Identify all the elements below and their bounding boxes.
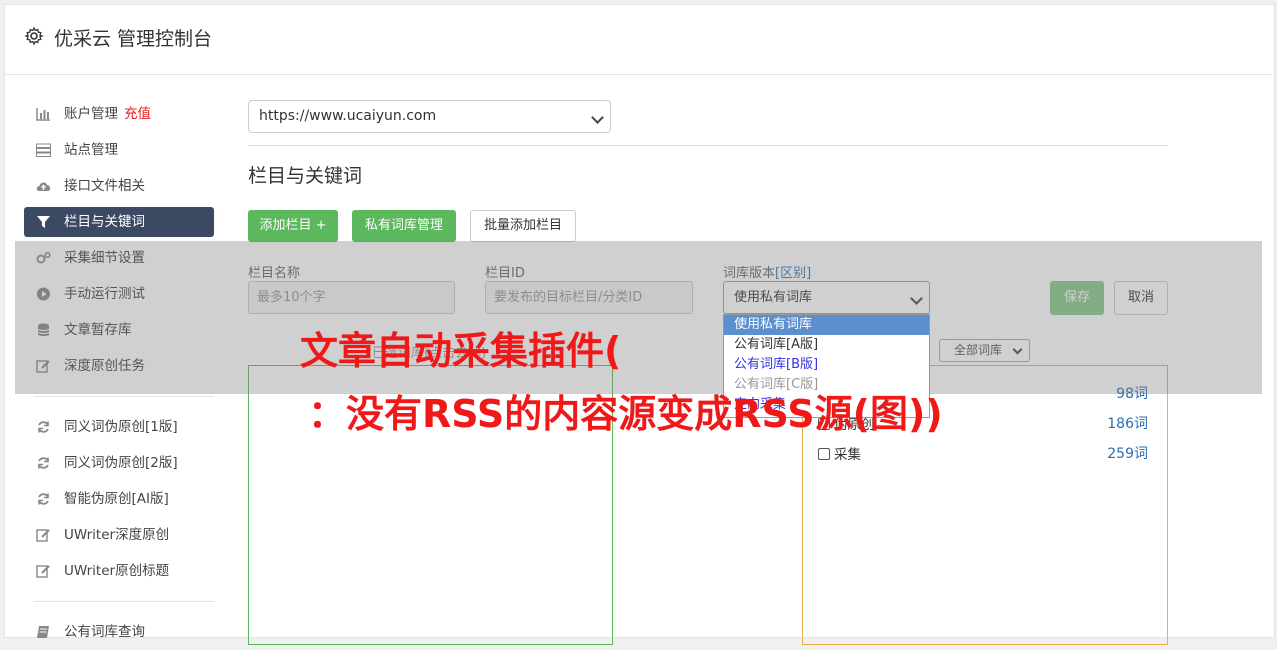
- dropdown-option[interactable]: 公有词库[B版]: [724, 355, 929, 375]
- chevron-down-icon: [591, 111, 604, 124]
- recharge-link[interactable]: 充值: [124, 106, 151, 122]
- page-title: 栏目与关键词: [248, 165, 363, 187]
- refresh-icon: [38, 421, 49, 433]
- sidebar-item-account[interactable]: 账户管理 充值: [24, 96, 214, 132]
- batch-add-button[interactable]: 批量添加栏目: [470, 210, 576, 242]
- sidebar-item-label: 同义词伪原创[1版]: [64, 419, 178, 435]
- refresh-icon: [38, 493, 49, 505]
- sidebar-item-sites[interactable]: 站点管理: [24, 132, 214, 168]
- sidebar-item-label: 公有词库查询: [64, 624, 145, 640]
- sidebar-item-label: 智能伪原创[AI版]: [64, 491, 169, 507]
- sidebar-item-label: 站点管理: [64, 142, 118, 158]
- private-lib-button[interactable]: 私有词库管理: [352, 210, 456, 242]
- sidebar-item-synonym-v1[interactable]: 同义词伪原创[1版]: [24, 409, 214, 445]
- app-header: 优采云 管理控制台: [4, 4, 1273, 75]
- site-select[interactable]: https://www.ucaiyun.com: [248, 100, 611, 133]
- sidebar-item-label: 账户管理: [64, 106, 118, 122]
- add-column-button[interactable]: 添加栏目 +: [248, 210, 338, 242]
- dropdown-option[interactable]: 使用私有词库: [724, 315, 929, 335]
- sidebar-item-uwriter-title[interactable]: UWriter原创标题: [24, 553, 214, 589]
- watermark-line-1: 文章自动采集插件(: [300, 329, 622, 373]
- keyword-count: 186词: [1107, 416, 1148, 432]
- sidebar-divider: [34, 601, 214, 602]
- edit-icon: [36, 529, 50, 542]
- divider: [248, 145, 1168, 146]
- bar-chart-icon: [36, 108, 50, 121]
- sidebar-item-label: 同义词伪原创[2版]: [64, 455, 178, 471]
- sidebar-item-label: 接口文件相关: [64, 178, 145, 194]
- sidebar-item-label: 栏目与关键词: [64, 214, 145, 230]
- gear-icon: [24, 26, 44, 46]
- server-icon: [36, 143, 51, 157]
- checkbox[interactable]: [818, 448, 830, 460]
- keyword-item[interactable]: 采集: [818, 443, 861, 463]
- overlay-band: [15, 241, 1262, 394]
- sidebar-item-ai-rewrite[interactable]: 智能伪原创[AI版]: [24, 481, 214, 517]
- sidebar-item-synonym-v2[interactable]: 同义词伪原创[2版]: [24, 445, 214, 481]
- sidebar-item-interface[interactable]: 接口文件相关: [24, 168, 214, 204]
- watermark-line-2: ：没有RSS的内容源变成RSS源(图)): [308, 392, 943, 436]
- sidebar-item-columns-keywords[interactable]: 栏目与关键词: [24, 207, 214, 237]
- dropdown-option[interactable]: 公有词库[A版]: [724, 335, 929, 355]
- sidebar-item-label: UWriter深度原创: [64, 527, 170, 543]
- sidebar-item-public-lib[interactable]: 公有词库查询: [24, 614, 214, 650]
- cloud-upload-icon: [36, 182, 51, 191]
- book-icon: [37, 626, 49, 638]
- refresh-icon: [38, 457, 49, 469]
- sidebar-item-uwriter-deep[interactable]: UWriter深度原创: [24, 517, 214, 553]
- keyword-count: 259词: [1107, 446, 1148, 462]
- sidebar-divider: [34, 396, 214, 397]
- app-title: 优采云 管理控制台: [54, 28, 213, 50]
- sidebar-item-label: UWriter原创标题: [64, 563, 170, 579]
- filter-icon: [37, 216, 50, 228]
- edit-icon: [36, 565, 50, 578]
- keyword-label: 采集: [834, 447, 861, 463]
- site-select-value: https://www.ucaiyun.com: [259, 108, 437, 124]
